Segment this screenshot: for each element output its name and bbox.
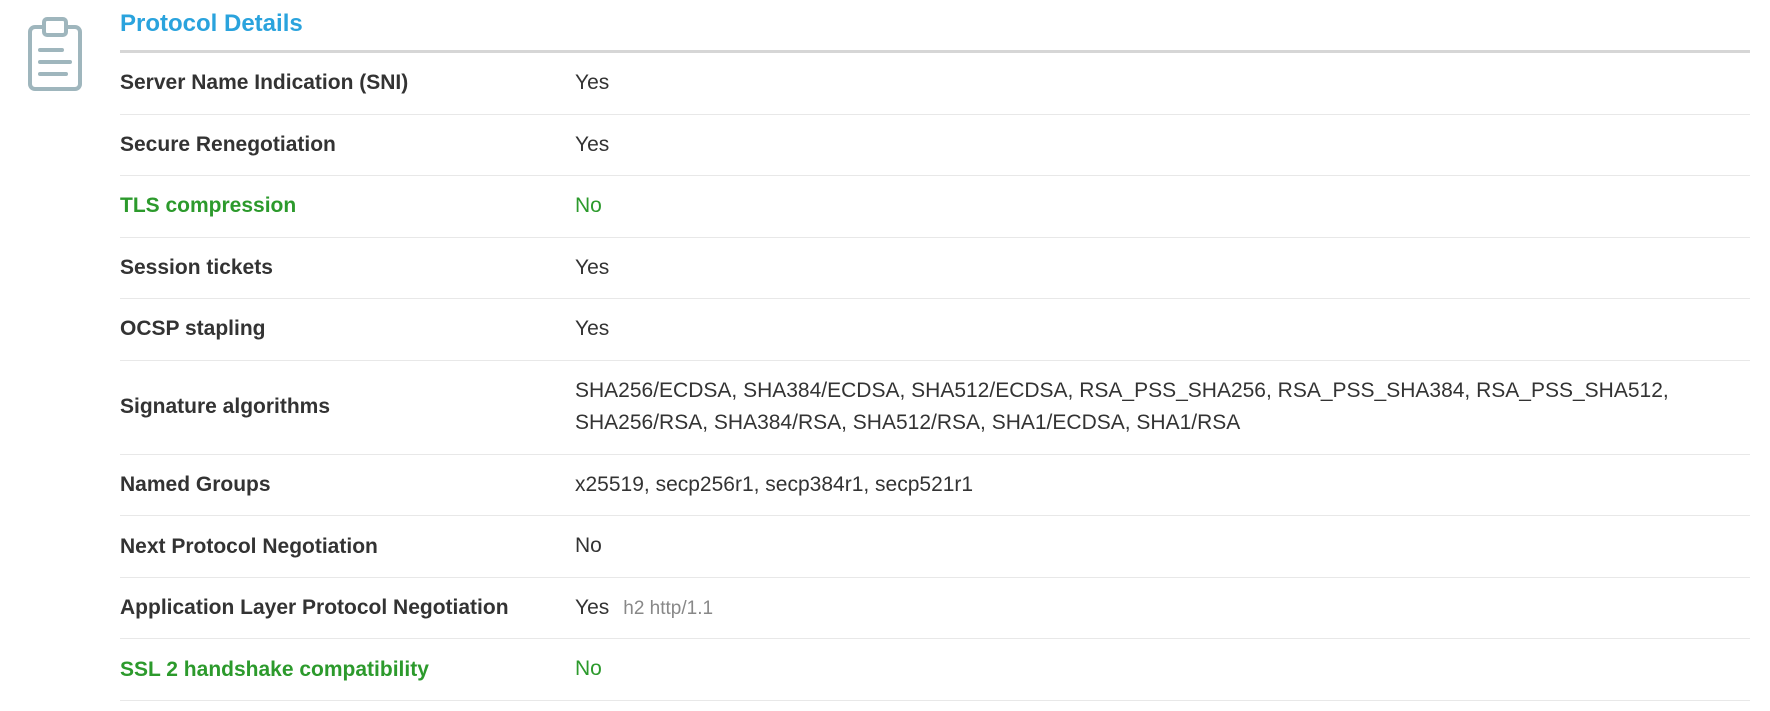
row-value: x25519, secp256r1, secp384r1, secp521r1 bbox=[575, 469, 1750, 502]
table-row: Signature algorithms SHA256/ECDSA, SHA38… bbox=[120, 361, 1750, 455]
table-row: Named Groups x25519, secp256r1, secp384r… bbox=[120, 455, 1750, 517]
table-row: Secure Renegotiation Yes bbox=[120, 115, 1750, 177]
table-row: Server Name Indication (SNI) Yes bbox=[120, 53, 1750, 115]
table-row: Next Protocol Negotiation No bbox=[120, 516, 1750, 578]
row-value: No bbox=[575, 530, 1750, 563]
protocol-details-container: Protocol Details Server Name Indication … bbox=[20, 10, 1750, 701]
row-value: Yes bbox=[575, 129, 1750, 162]
row-value-extra: h2 http/1.1 bbox=[623, 598, 713, 619]
row-label: Secure Renegotiation bbox=[120, 133, 575, 157]
table-row: SSL 2 handshake compatibility No bbox=[120, 639, 1750, 701]
clipboard-icon bbox=[20, 15, 90, 95]
protocol-details-content: Protocol Details Server Name Indication … bbox=[120, 10, 1750, 701]
row-value-main: Yes bbox=[575, 596, 609, 619]
clipboard-icon-wrap bbox=[20, 10, 90, 100]
row-label: Named Groups bbox=[120, 473, 575, 497]
row-label: Server Name Indication (SNI) bbox=[120, 71, 575, 95]
section-title: Protocol Details bbox=[120, 10, 1750, 53]
row-label: OCSP stapling bbox=[120, 317, 575, 341]
table-row: TLS compression No bbox=[120, 176, 1750, 238]
row-value: No bbox=[575, 190, 1750, 223]
row-label: SSL 2 handshake compatibility bbox=[120, 658, 575, 682]
row-value: Yes bbox=[575, 313, 1750, 346]
row-value: Yes h2 http/1.1 bbox=[575, 592, 1750, 625]
table-row: Session tickets Yes bbox=[120, 238, 1750, 300]
row-label: TLS compression bbox=[120, 194, 575, 218]
row-value: No bbox=[575, 653, 1750, 686]
table-row: OCSP stapling Yes bbox=[120, 299, 1750, 361]
table-row: Application Layer Protocol Negotiation Y… bbox=[120, 578, 1750, 640]
row-label: Session tickets bbox=[120, 256, 575, 280]
row-label: Application Layer Protocol Negotiation bbox=[120, 596, 575, 620]
row-label: Next Protocol Negotiation bbox=[120, 535, 575, 559]
row-value: Yes bbox=[575, 67, 1750, 100]
row-value: SHA256/ECDSA, SHA384/ECDSA, SHA512/ECDSA… bbox=[575, 375, 1750, 440]
row-value: Yes bbox=[575, 252, 1750, 285]
row-label: Signature algorithms bbox=[120, 395, 575, 419]
